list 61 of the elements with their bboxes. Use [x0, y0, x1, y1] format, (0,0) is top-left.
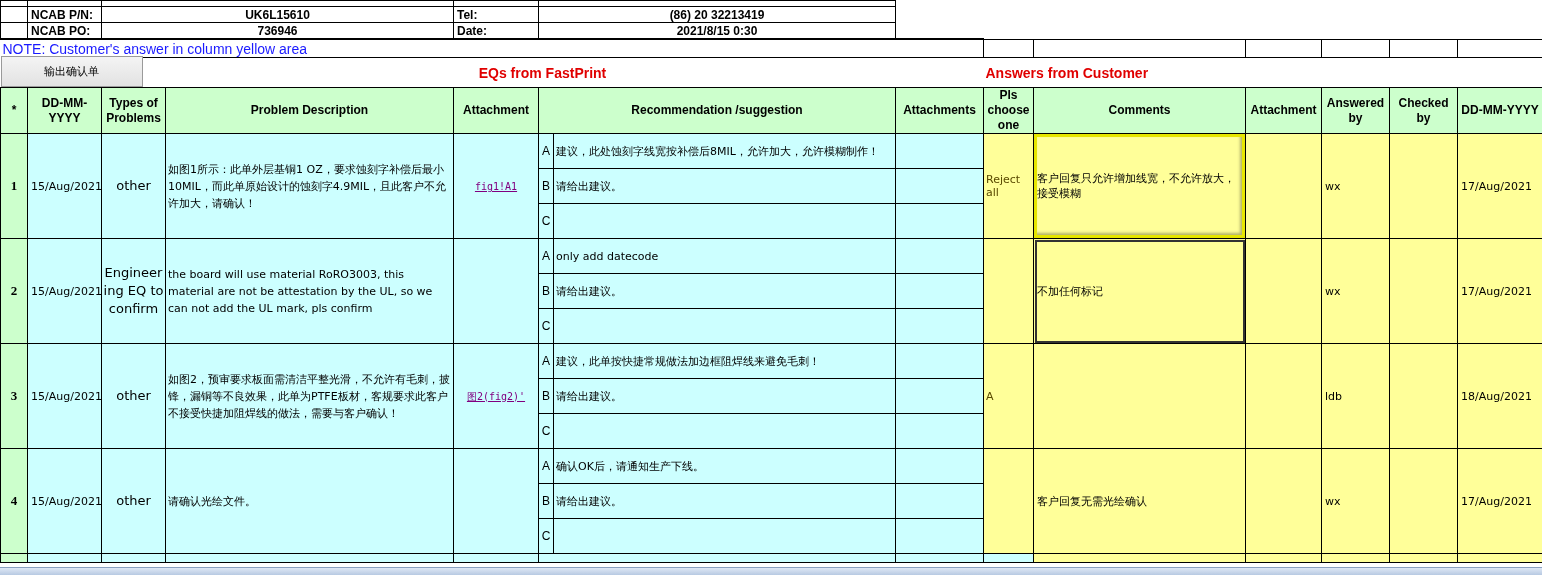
- table-cell: 客户回复无需光绘确认: [1037, 494, 1147, 508]
- table-cell: 如图2，预审要求板面需清洁平整光滑，不允许有毛刺，披锋，漏铜等不良效果，此单为PTFE板材，客规要求此客户不接受快捷加阻焊线的做法，需要与客户确认！: [165, 343, 454, 449]
- comment-cell[interactable]: 不加任何标记: [1033, 238, 1246, 344]
- table-cell: other: [101, 133, 166, 239]
- column-header: Attachment: [1245, 87, 1322, 134]
- column-header: *: [0, 87, 28, 134]
- column-header: Types of Problems: [101, 87, 166, 134]
- column-header: DD-MM-YYYY: [1457, 87, 1542, 134]
- table-cell: A: [983, 343, 1034, 449]
- table-cell: 15/Aug/2021: [27, 448, 102, 554]
- field-value: (86) 20 32213419: [538, 6, 896, 23]
- table-cell: 建议，此处蚀刻字线宽按补偿后8MIL，允许加大，允许模糊制作！: [553, 133, 896, 169]
- row-number: 3: [0, 343, 28, 449]
- table-cell: 17/Aug/2021: [1457, 238, 1542, 344]
- table-cell: ldb: [1321, 343, 1390, 449]
- table-cell: 17/Aug/2021: [1457, 448, 1542, 554]
- column-header: Attachments: [895, 87, 984, 134]
- table-cell: 请给出建议。: [553, 378, 896, 414]
- column-header: DD-MM-YYYY: [27, 87, 102, 134]
- export-button[interactable]: 输出确认单: [0, 56, 143, 87]
- table-cell: wx: [1321, 238, 1390, 344]
- attachment-link[interactable]: fig1!A1: [474, 181, 518, 192]
- table-cell: 17/Aug/2021: [1457, 133, 1542, 239]
- table-cell: other: [101, 448, 166, 554]
- table-cell: 15/Aug/2021: [27, 343, 102, 449]
- column-header: Comments: [1033, 87, 1246, 134]
- column-header: Pls choose one: [983, 87, 1034, 134]
- table-cell: 请确认光绘文件。: [165, 448, 454, 554]
- table-cell: 请给出建议。: [553, 483, 896, 519]
- column-header: Recommendation /suggestion: [538, 87, 896, 134]
- field-label: NCAB P/N:: [27, 6, 102, 23]
- section-title: Answers from Customer: [983, 57, 1542, 88]
- table-cell: wx: [1321, 133, 1390, 239]
- table-cell: 15/Aug/2021: [27, 238, 102, 344]
- table-cell: 客户回复只允许增加线宽，不允许放大，接受模糊: [1037, 172, 1235, 200]
- column-header: Checked by: [1389, 87, 1458, 134]
- field-value: UK6L15610: [101, 6, 454, 23]
- column-header: Answered by: [1321, 87, 1390, 134]
- table-cell: 18/Aug/2021: [1457, 343, 1542, 449]
- table-cell: 请给出建议。: [553, 273, 896, 309]
- column-header: Attachment: [453, 87, 539, 134]
- table-cell: the board will use material RoRO3003, this material are not be attestation by the UL, so we can not add the UL mark, pls confirm: [165, 238, 454, 344]
- table-cell: 15/Aug/2021: [27, 133, 102, 239]
- attachment-link[interactable]: 图2(fig2)': [466, 390, 526, 402]
- row-number: 4: [0, 448, 28, 554]
- table-cell: 请给出建议。: [553, 168, 896, 204]
- table-cell: Reject all: [983, 133, 1034, 239]
- table-cell: 建议，此单按快捷常规做法加边框阻焊线来避免毛刺！: [553, 343, 896, 379]
- comment-cell[interactable]: 客户回复只允许增加线宽，不允许放大，接受模糊: [1033, 133, 1246, 239]
- column-header: Problem Description: [165, 87, 454, 134]
- table-cell: 如图1所示：此单外层基铜1 OZ，要求蚀刻字补偿后最小10MIL，而此单原始设计的蚀刻字4.9MIL，且此客户不允许加大，请确认！: [165, 133, 454, 239]
- table-cell: wx: [1321, 448, 1390, 554]
- row-number: 1: [0, 133, 28, 239]
- table-cell: other: [101, 343, 166, 449]
- table-cell: 确认OK后，请通知生产下线。: [553, 448, 896, 484]
- field-label: Tel:: [453, 6, 539, 23]
- table-cell: only add datecode: [553, 238, 896, 274]
- row-number: 2: [0, 238, 28, 344]
- table-cell: 不加任何标记: [1037, 284, 1103, 298]
- comment-cell[interactable]: 客户回复无需光绘确认: [1033, 448, 1246, 554]
- table-cell: Engineering EQ to confirm: [101, 238, 166, 344]
